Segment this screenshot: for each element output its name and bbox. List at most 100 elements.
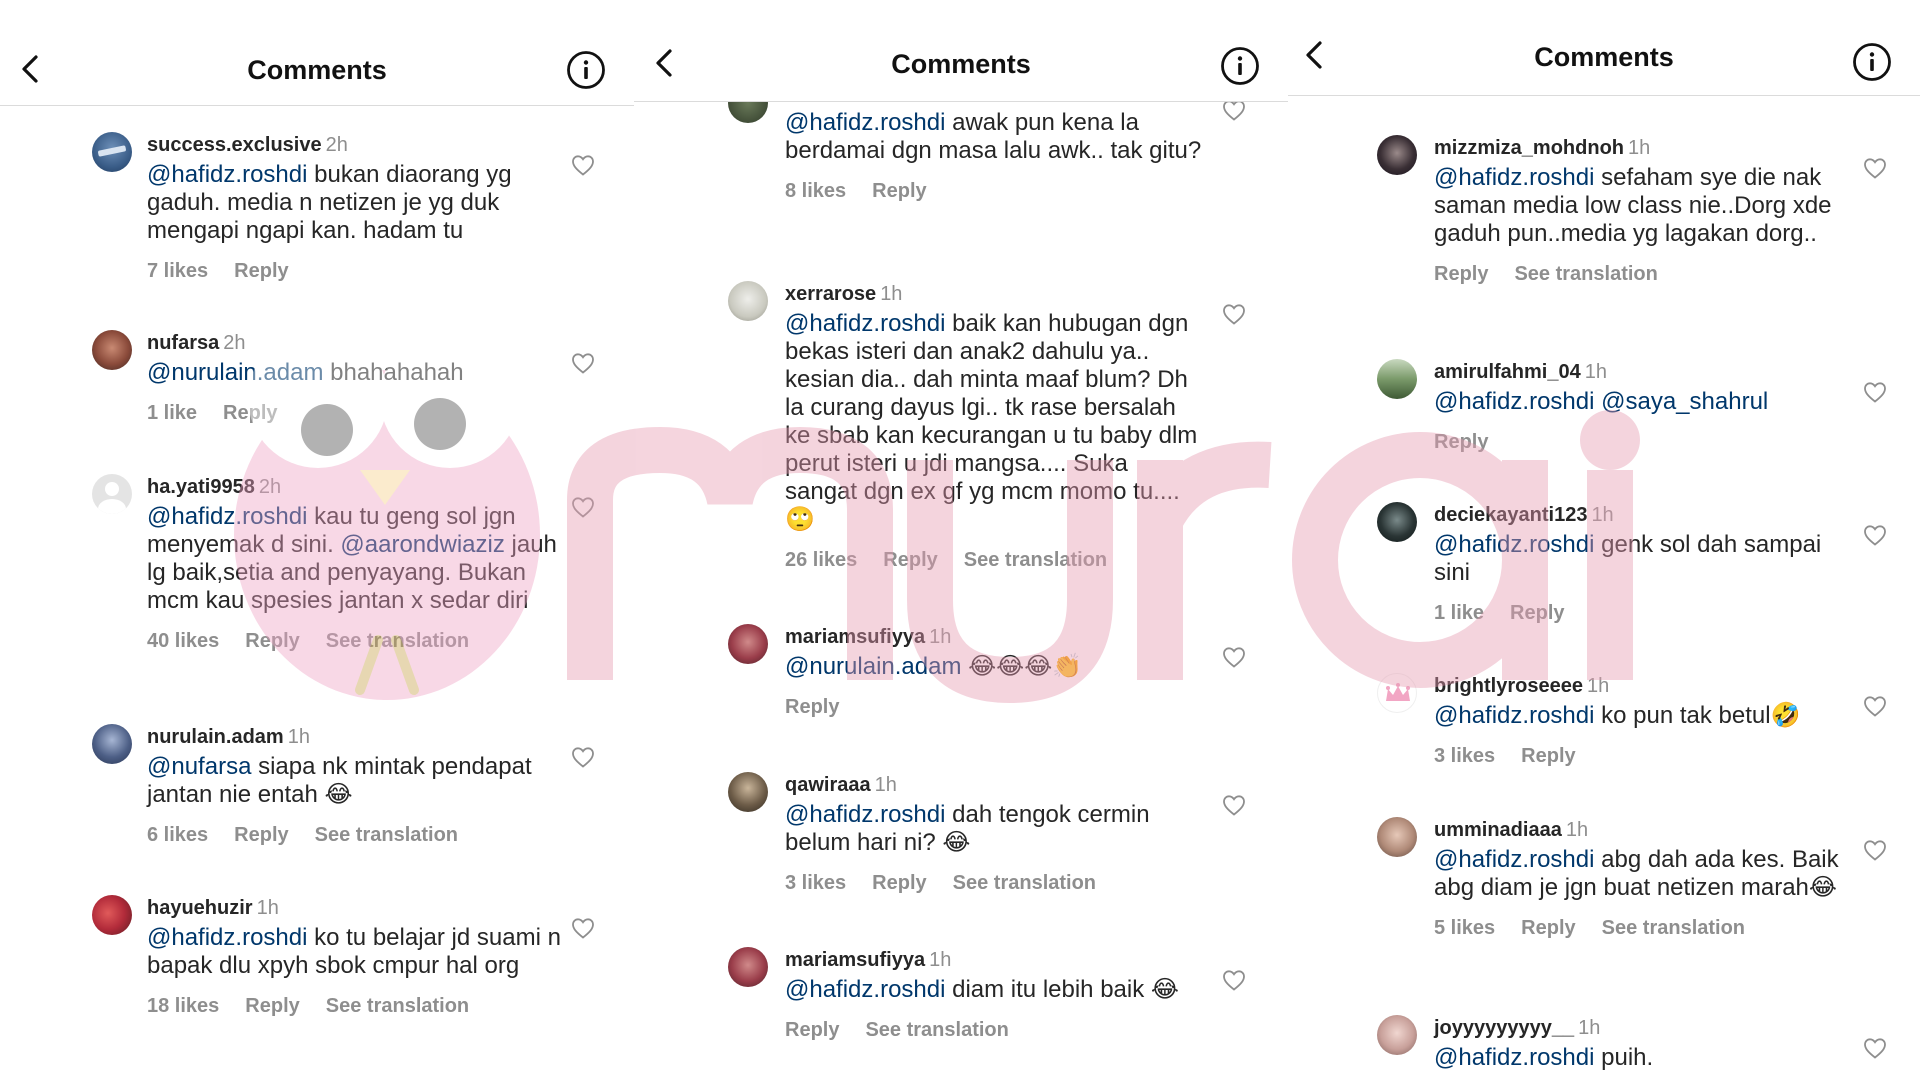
mention-link[interactable]: @hafidz.roshdi <box>1434 702 1594 729</box>
heart-icon[interactable] <box>571 917 595 939</box>
comment-username[interactable]: mizzmiza_mohdnoh <box>1434 137 1624 159</box>
heart-icon[interactable] <box>1863 839 1887 861</box>
heart-icon[interactable] <box>1863 1037 1887 1059</box>
comment-username[interactable]: deciekayanti123 <box>1434 504 1587 526</box>
reply-button[interactable]: Reply <box>234 824 288 846</box>
comment-username[interactable]: mariamsufiyya <box>785 626 925 648</box>
comment-username[interactable]: mariamsufiyya <box>785 949 925 971</box>
heart-icon[interactable] <box>1863 157 1887 179</box>
mention-link[interactable]: @hafidz.roshdi <box>785 976 945 1003</box>
reply-button[interactable]: Reply <box>1434 431 1488 453</box>
comment-username[interactable]: umminadiaaa <box>1434 819 1562 841</box>
avatar[interactable] <box>728 772 768 812</box>
likes-count[interactable]: 18 likes <box>147 995 219 1017</box>
reply-button[interactable]: Reply <box>223 402 277 424</box>
likes-count[interactable]: 8 likes <box>785 180 846 202</box>
heart-icon[interactable] <box>571 154 595 176</box>
avatar[interactable] <box>1377 1015 1417 1055</box>
likes-count[interactable]: 26 likes <box>785 549 857 571</box>
heart-icon[interactable] <box>1222 99 1246 121</box>
info-icon[interactable] <box>1220 46 1260 86</box>
avatar[interactable] <box>92 474 132 514</box>
see-translation-button[interactable]: See translation <box>315 824 458 846</box>
reply-button[interactable]: Reply <box>245 630 299 652</box>
avatar[interactable] <box>92 724 132 764</box>
info-icon[interactable] <box>1852 42 1892 82</box>
heart-icon[interactable] <box>1222 794 1246 816</box>
mention-link[interactable]: @hafidz.roshdi <box>1434 846 1594 873</box>
mention-link[interactable]: @nufarsa <box>147 753 251 780</box>
reply-button[interactable]: Reply <box>785 696 839 718</box>
comment-username[interactable]: nurulain.adam <box>147 726 284 748</box>
reply-button[interactable]: Reply <box>1521 917 1575 939</box>
heart-icon[interactable] <box>1222 646 1246 668</box>
comment-username[interactable]: success.exclusive <box>147 134 322 156</box>
mention-link[interactable]: @hafidz.roshdi <box>147 161 307 188</box>
likes-count[interactable]: 3 likes <box>1434 745 1495 767</box>
mention-link[interactable]: @nurulain.adam <box>785 653 961 680</box>
avatar[interactable] <box>1377 359 1417 399</box>
mention-link[interactable]: @hafidz.roshdi <box>147 503 307 530</box>
avatar[interactable] <box>728 947 768 987</box>
likes-count[interactable]: 6 likes <box>147 824 208 846</box>
reply-button[interactable]: Reply <box>245 995 299 1017</box>
see-translation-button[interactable]: See translation <box>964 549 1107 571</box>
heart-icon[interactable] <box>571 352 595 374</box>
comment-username[interactable]: joyyyyyyyyy__ <box>1434 1017 1574 1039</box>
heart-icon[interactable] <box>1222 969 1246 991</box>
avatar[interactable] <box>1377 817 1417 857</box>
likes-count[interactable]: 40 likes <box>147 630 219 652</box>
mention-link[interactable]: @hafidz.roshdi <box>1434 531 1594 558</box>
reply-button[interactable]: Reply <box>785 1019 839 1041</box>
comment-username[interactable]: nufarsa <box>147 332 219 354</box>
mention-link[interactable]: @hafidz.roshdi <box>147 924 307 951</box>
likes-count[interactable]: 5 likes <box>1434 917 1495 939</box>
mention-link[interactable]: @aarondwiaziz <box>340 531 504 558</box>
reply-button[interactable]: Reply <box>872 872 926 894</box>
see-translation-button[interactable]: See translation <box>326 995 469 1017</box>
reply-button[interactable]: Reply <box>1434 263 1488 285</box>
see-translation-button[interactable]: See translation <box>1602 917 1745 939</box>
likes-count[interactable]: 3 likes <box>785 872 846 894</box>
likes-count[interactable]: 1 like <box>147 402 197 424</box>
avatar[interactable] <box>92 132 132 172</box>
heart-icon[interactable] <box>1863 524 1887 546</box>
heart-icon[interactable] <box>1863 381 1887 403</box>
mention-link[interactable]: @hafidz.roshdi <box>1434 1044 1594 1071</box>
mention-link[interactable]: @saya_shahrul <box>1601 388 1768 415</box>
comment-username[interactable]: amirulfahmi_04 <box>1434 361 1581 383</box>
avatar[interactable] <box>1377 502 1417 542</box>
reply-button[interactable]: Reply <box>883 549 937 571</box>
mention-link[interactable]: @hafidz.roshdi <box>785 310 945 337</box>
reply-button[interactable]: Reply <box>1510 602 1564 624</box>
see-translation-button[interactable]: See translation <box>1514 263 1657 285</box>
heart-icon[interactable] <box>571 746 595 768</box>
reply-button[interactable]: Reply <box>1521 745 1575 767</box>
see-translation-button[interactable]: See translation <box>865 1019 1008 1041</box>
comment-username[interactable]: xerrarose <box>785 283 876 305</box>
likes-count[interactable]: 7 likes <box>147 260 208 282</box>
info-icon[interactable] <box>566 50 606 90</box>
heart-icon[interactable] <box>1222 303 1246 325</box>
mention-link[interactable]: @nurulain.adam <box>147 359 323 386</box>
heart-icon[interactable] <box>1863 695 1887 717</box>
mention-link[interactable]: @hafidz.roshdi <box>785 109 945 136</box>
avatar[interactable] <box>728 624 768 664</box>
comment-username[interactable]: brightlyroseeee <box>1434 675 1583 697</box>
see-translation-button[interactable]: See translation <box>953 872 1096 894</box>
avatar[interactable] <box>92 895 132 935</box>
avatar[interactable] <box>1377 135 1417 175</box>
mention-link[interactable]: @hafidz.roshdi <box>1434 164 1594 191</box>
reply-button[interactable]: Reply <box>872 180 926 202</box>
heart-icon[interactable] <box>571 496 595 518</box>
comment-username[interactable]: ha.yati9958 <box>147 476 255 498</box>
see-translation-button[interactable]: See translation <box>326 630 469 652</box>
comment-username[interactable]: qawiraaa <box>785 774 871 796</box>
avatar[interactable] <box>1377 673 1417 713</box>
likes-count[interactable]: 1 like <box>1434 602 1484 624</box>
avatar[interactable] <box>92 330 132 370</box>
avatar[interactable] <box>728 281 768 321</box>
reply-button[interactable]: Reply <box>234 260 288 282</box>
comment-username[interactable]: hayuehuzir <box>147 897 253 919</box>
mention-link[interactable]: @hafidz.roshdi <box>785 801 945 828</box>
